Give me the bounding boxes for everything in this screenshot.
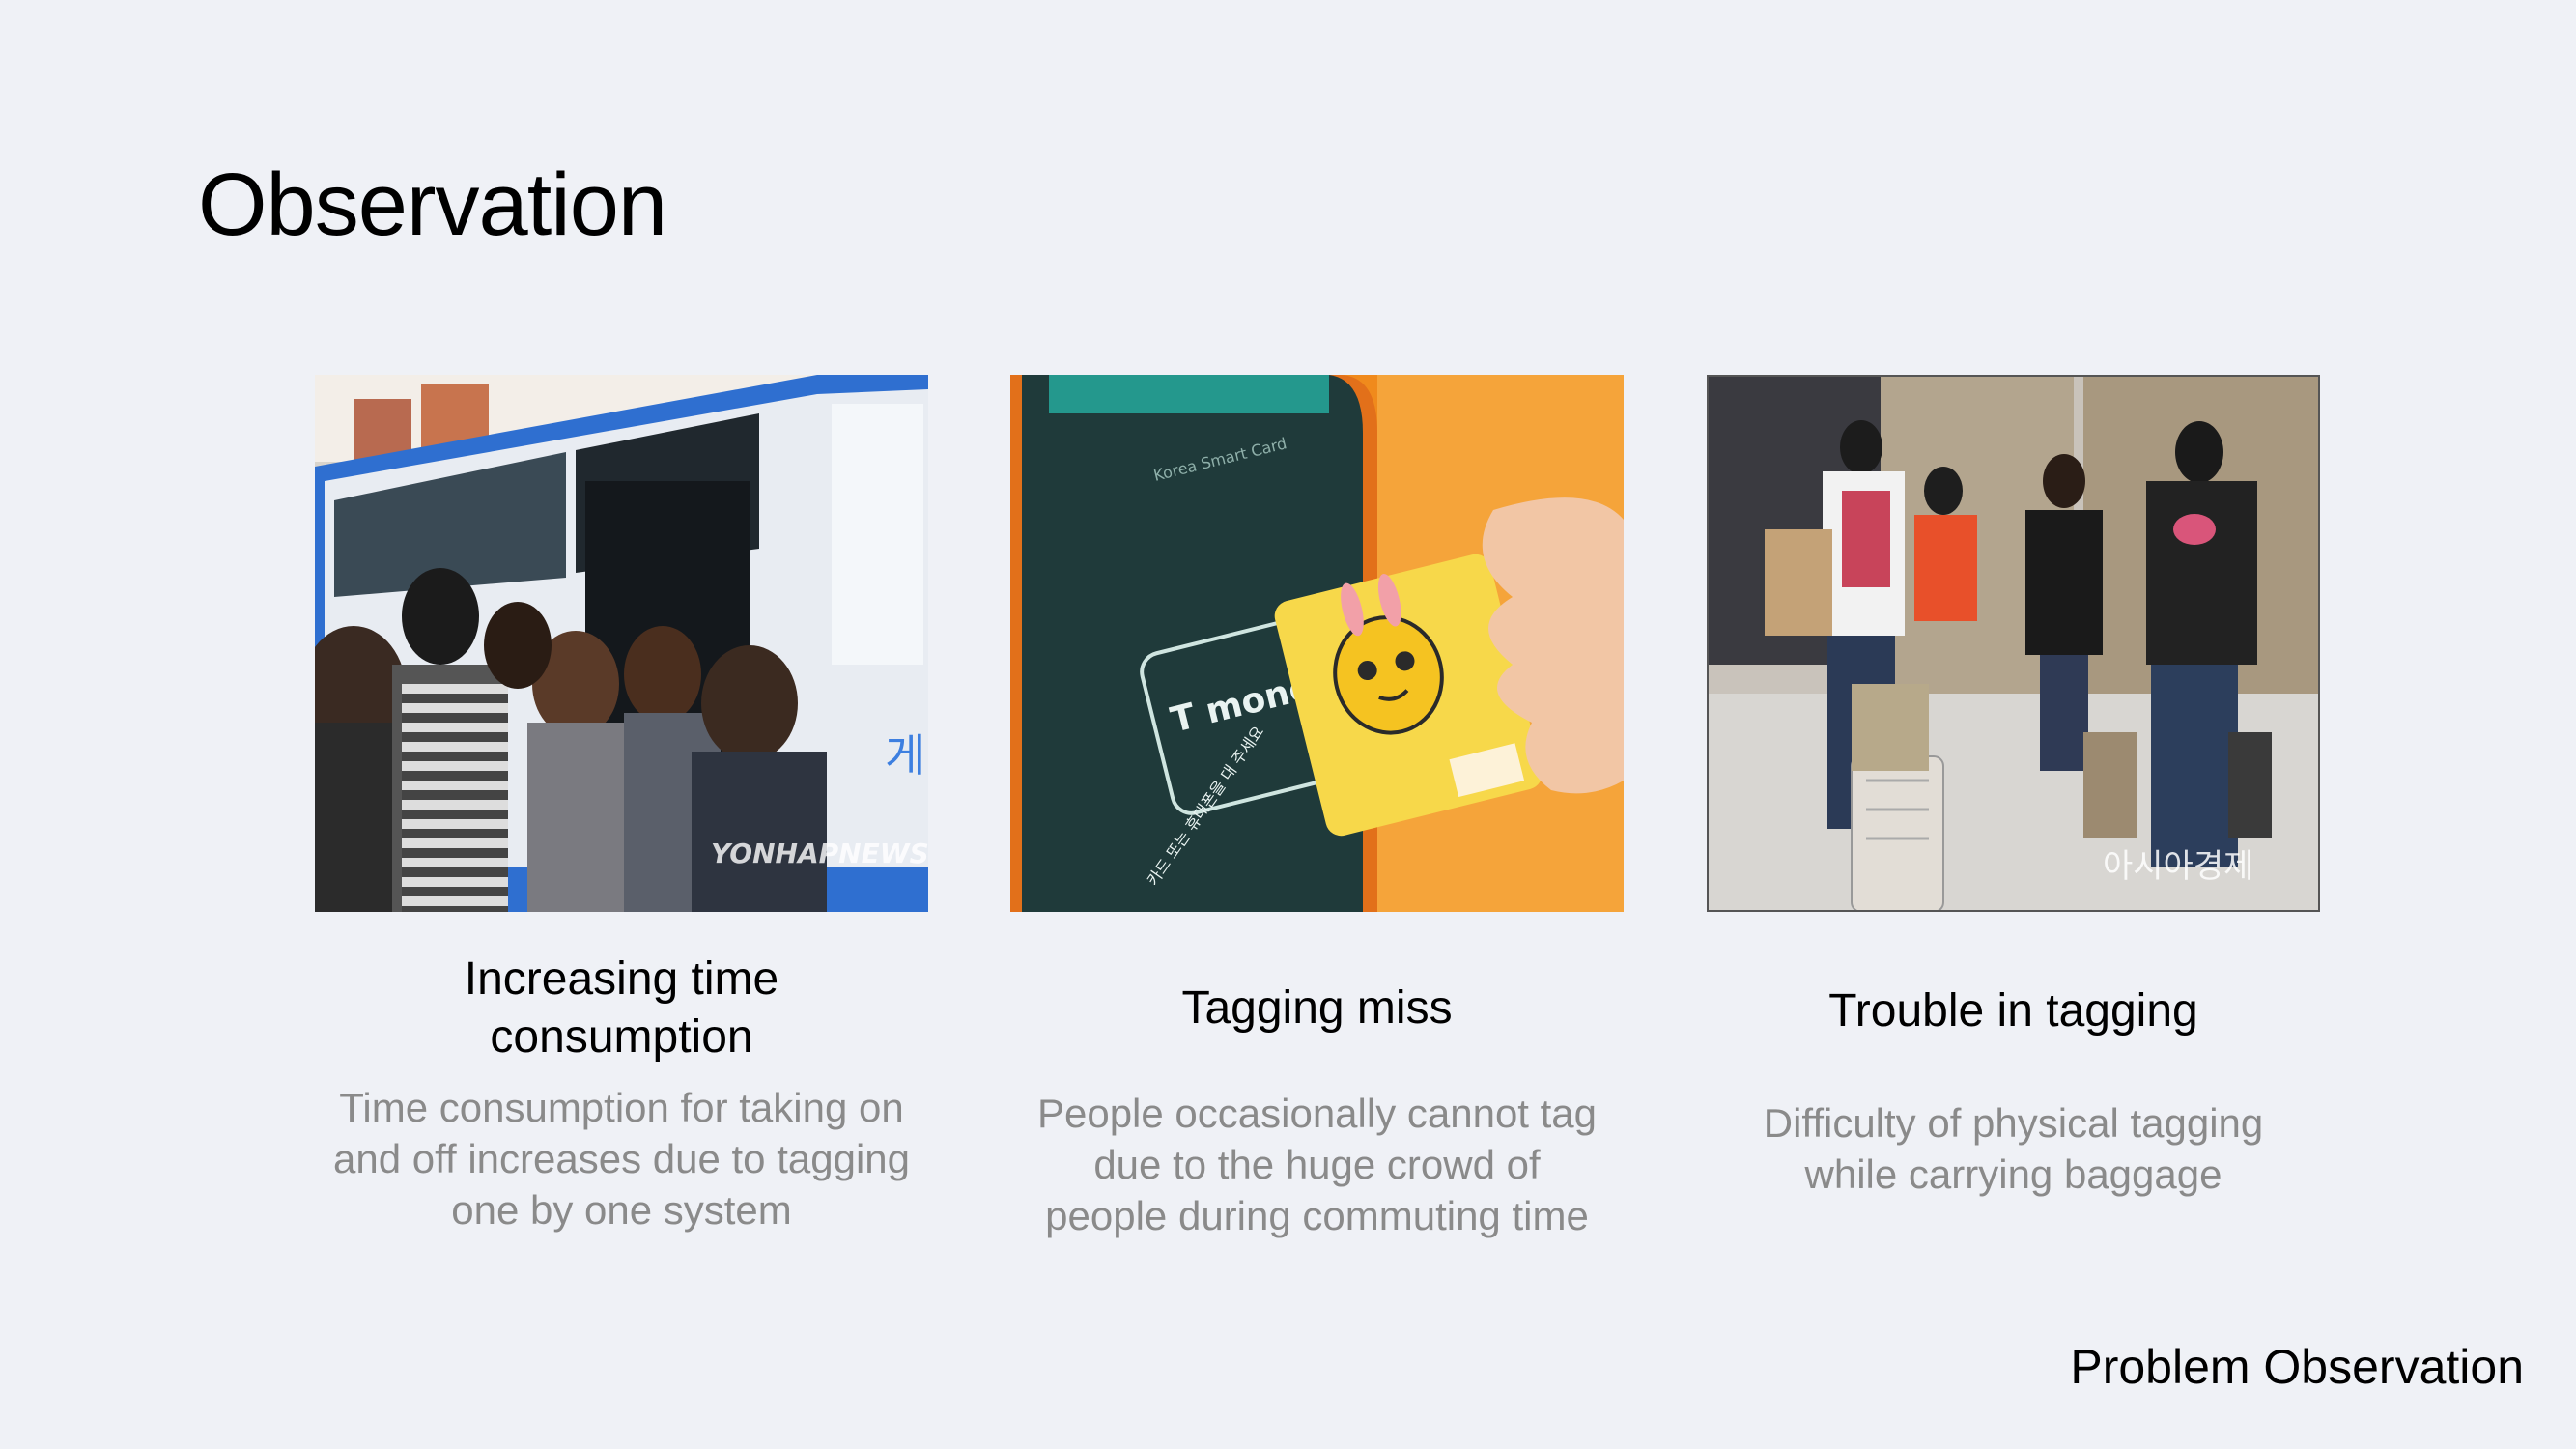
card-description: People occasionally cannot tag due to th… (952, 1088, 1682, 1241)
footer-section-label: Problem Observation (2070, 1340, 2524, 1394)
card-title-line: consumption (490, 1011, 753, 1063)
observation-card-time-consumption: 게 다 YONHA (315, 375, 928, 1233)
svg-text:게 다: 게 다 (885, 729, 928, 781)
slide-title: Observation (198, 156, 667, 254)
card-reader-illustration: Korea Smart Card T money 카드 또는 휴대폰을 대 주세… (1010, 375, 1624, 912)
shoppers-illustration: 아시아경제 (1707, 375, 2320, 912)
card-description-line: Difficulty of physical tagging (1763, 1100, 2264, 1146)
card-description-line: due to the huge crowd of (1093, 1142, 1541, 1187)
observation-card-trouble-in-tagging: 아시아경제 Trouble in tagging Difficulty of p… (1707, 375, 2320, 1197)
slide: Observation 게 다 (0, 0, 2576, 1449)
card-description-line: People occasionally cannot tag (1036, 1091, 1598, 1136)
bus-boarding-illustration: 게 다 YONHA (315, 375, 928, 912)
card-title: Trouble in tagging (1828, 985, 2198, 1037)
card-description-line: and off increases due to tagging (332, 1136, 910, 1181)
shoppers-with-baggage-photo: 아시아경제 (1707, 375, 2320, 912)
bus-boarding-photo: 게 다 YONHA (315, 375, 928, 912)
card-description-line: people during commuting time (1045, 1193, 1589, 1238)
card-description: Time consumption for taking on and off i… (257, 1082, 986, 1236)
card-title: Increasing time consumption (257, 951, 986, 1066)
card-description-line: while carrying baggage (1804, 1151, 2222, 1197)
svg-text:YONHAPNEWS: YONHAPNEWS (711, 838, 928, 869)
svg-text:아시아경제: 아시아경제 (2103, 847, 2253, 886)
card-description-line: one by one system (451, 1187, 792, 1233)
card-title: Tagging miss (1181, 982, 1453, 1034)
card-description-line: Time consumption for taking on (339, 1085, 904, 1130)
card-reader-photo: Korea Smart Card T money 카드 또는 휴대폰을 대 주세… (1010, 375, 1624, 912)
card-title-line: Increasing time (464, 953, 779, 1005)
observation-card-tagging-miss: Korea Smart Card T money 카드 또는 휴대폰을 대 주세… (1010, 375, 1624, 1238)
card-description: Difficulty of physical tagging while car… (1649, 1097, 2378, 1200)
